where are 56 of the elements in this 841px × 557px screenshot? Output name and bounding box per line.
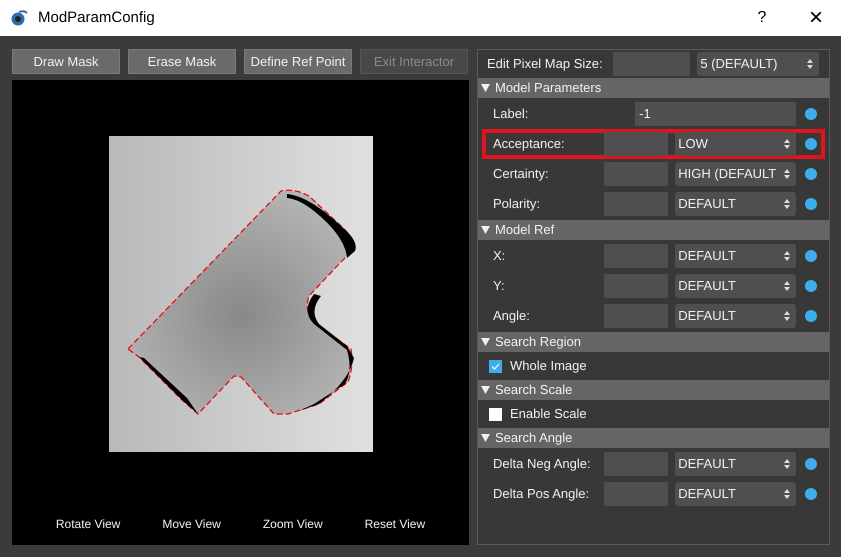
- view-control-button[interactable]: Reset View: [364, 515, 426, 533]
- field-label: Y:: [493, 277, 506, 296]
- field-label: Polarity:: [493, 195, 541, 214]
- view-control-button[interactable]: Zoom View: [262, 515, 323, 533]
- field-label: Delta Neg Angle:: [493, 455, 592, 474]
- section-header[interactable]: Search Angle: [478, 428, 829, 448]
- spinner-arrows-icon: [784, 281, 790, 291]
- help-button[interactable]: ?: [747, 6, 777, 30]
- checkbox[interactable]: [489, 408, 502, 420]
- window-title: ModParamConfig: [38, 8, 155, 28]
- view-control-button[interactable]: Move View: [162, 515, 221, 533]
- spinner-arrows-icon: [807, 59, 813, 69]
- section-header[interactable]: Search Region: [478, 332, 829, 352]
- section-header[interactable]: Model Parameters: [478, 78, 829, 98]
- field-label: X:: [493, 247, 506, 266]
- field-label: Label:: [493, 105, 530, 124]
- dropdown[interactable]: 5 (DEFAULT): [697, 52, 819, 76]
- checkbox[interactable]: [489, 360, 502, 372]
- toolbar-button[interactable]: Define Ref Point: [244, 49, 352, 74]
- field-label: Certainty:: [493, 165, 550, 184]
- dropdown[interactable]: HIGH (DEFAULT: [675, 162, 796, 186]
- dropdown[interactable]: LOW: [675, 132, 796, 156]
- spinner-arrows-icon: [784, 251, 790, 261]
- spinner-arrows-icon: [784, 199, 790, 209]
- expand-triangle-icon: [481, 226, 490, 234]
- field-label: Delta Pos Angle:: [493, 485, 590, 504]
- dropdown[interactable]: DEFAULT: [675, 452, 796, 476]
- field-label: Angle:: [493, 307, 531, 326]
- toolbar-button[interactable]: Erase Mask: [128, 49, 236, 74]
- expand-triangle-icon: [481, 386, 490, 394]
- dropdown[interactable]: DEFAULT: [675, 244, 796, 268]
- checkbox-label: Enable Scale: [510, 405, 587, 424]
- dropdown[interactable]: DEFAULT: [675, 274, 796, 298]
- input-field[interactable]: [604, 132, 668, 156]
- field-label: Acceptance:: [493, 135, 566, 154]
- checkbox-label: Whole Image: [510, 357, 587, 376]
- field-label: Edit Pixel Map Size:: [487, 55, 604, 74]
- spinner-arrows-icon: [784, 139, 790, 149]
- expand-triangle-icon: [481, 84, 490, 92]
- check-icon: [491, 362, 500, 370]
- section-header[interactable]: Search Scale: [478, 380, 829, 400]
- section-header[interactable]: Model Ref: [478, 220, 829, 240]
- spinner-arrows-icon: [784, 459, 790, 469]
- toolbar-button[interactable]: Draw Mask: [12, 49, 120, 74]
- close-button[interactable]: ×: [801, 6, 831, 30]
- expand-triangle-icon: [481, 338, 490, 346]
- dropdown[interactable]: DEFAULT: [675, 482, 796, 506]
- spinner-arrows-icon: [784, 311, 790, 321]
- eye-icon: [10, 10, 28, 26]
- dropdown[interactable]: DEFAULT: [675, 192, 796, 216]
- spinner-arrows-icon: [784, 489, 790, 499]
- input-field[interactable]: -1: [635, 102, 796, 126]
- dropdown[interactable]: DEFAULT: [675, 304, 796, 328]
- expand-triangle-icon: [481, 434, 490, 442]
- view-control-button[interactable]: Rotate View: [56, 515, 120, 533]
- spinner-arrows-icon: [784, 169, 790, 179]
